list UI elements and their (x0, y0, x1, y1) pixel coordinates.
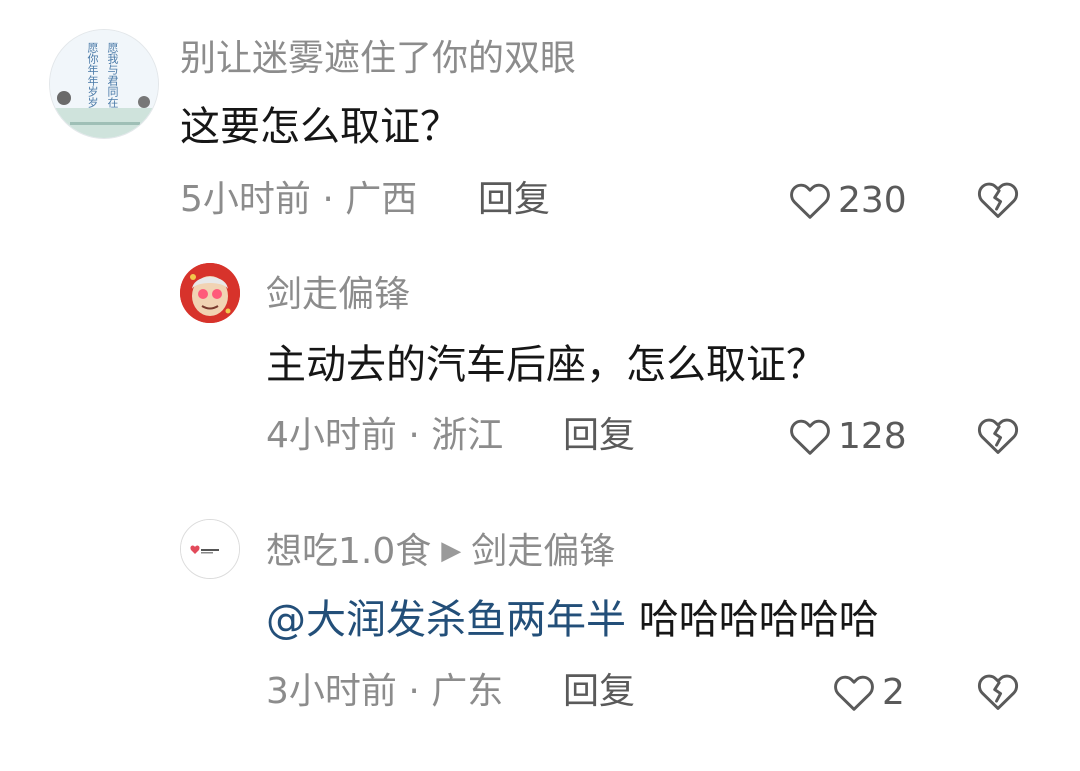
avatar[interactable] (180, 519, 240, 579)
reply-header: 想吃1.0食 ▶ 剑走偏锋 (266, 529, 615, 574)
reply-to-username[interactable]: 剑走偏锋 (471, 531, 615, 572)
dislike-button[interactable] (976, 178, 1020, 222)
broken-heart-icon (977, 418, 1019, 454)
timestamp: 5小时前 (180, 179, 311, 220)
comment-meta: 4小时前 · 浙江 (266, 414, 503, 458)
like-count: 128 (838, 415, 907, 457)
like-button[interactable]: 128 (788, 414, 907, 458)
reply-button[interactable]: 回复 (563, 670, 635, 714)
dislike-button[interactable] (976, 414, 1020, 458)
comment-text-content: 主动去的汽车后座，怎么取证？ (266, 342, 826, 388)
broken-heart-icon (977, 182, 1019, 218)
heart-icon (834, 675, 874, 711)
like-count: 230 (838, 179, 907, 221)
username[interactable]: 想吃1.0食 (266, 531, 431, 572)
avatar[interactable]: 愿你年年岁岁 愿我与君同在 (49, 29, 159, 139)
username-text: 别让迷雾遮住了你的双眼 (180, 38, 577, 79)
dislike-button[interactable] (976, 670, 1020, 714)
reply-button[interactable]: 回复 (563, 414, 635, 458)
like-button[interactable]: 2 (832, 670, 905, 714)
reply-arrow-icon: ▶ (441, 536, 462, 566)
like-button[interactable]: 230 (788, 178, 907, 222)
like-count: 2 (882, 671, 905, 713)
mention-link[interactable]: @大润发杀鱼两年半 (266, 597, 626, 643)
comment-text[interactable]: @大润发杀鱼两年半 哈哈哈哈哈哈 (266, 595, 879, 645)
comment-text-content: 哈哈哈哈哈哈 (626, 597, 879, 643)
timestamp: 4小时前 (266, 415, 397, 456)
broken-heart-icon (977, 674, 1019, 710)
location: 浙江 (431, 415, 504, 456)
comment-text[interactable]: 主动去的汽车后座，怎么取证？ (266, 340, 826, 390)
avatar-text-line: 愿我与君同在 (106, 42, 119, 108)
username[interactable]: 剑走偏锋 (266, 273, 410, 317)
location: 广西 (345, 179, 418, 220)
avatar-text-line: 愿你年年岁岁 (86, 42, 99, 108)
location: 广东 (431, 671, 504, 712)
avatar[interactable] (180, 263, 240, 323)
timestamp: 3小时前 (266, 671, 397, 712)
comment-text-content: 这要怎么取证？ (180, 104, 460, 150)
heart-icon (790, 419, 830, 455)
meta-separator: · (310, 179, 346, 220)
comment-text[interactable]: 这要怎么取证？ (180, 102, 460, 152)
username-text: 剑走偏锋 (266, 274, 411, 315)
comment-meta: 5小时前 · 广西 (180, 178, 417, 222)
avatar-image (50, 30, 158, 138)
avatar-image (180, 263, 240, 323)
heart-icon (790, 183, 830, 219)
comment-meta: 3小时前 · 广东 (266, 670, 503, 714)
avatar-image (181, 520, 239, 578)
username[interactable]: 别让迷雾遮住了你的双眼 (180, 37, 576, 81)
meta-separator: · (396, 671, 432, 712)
meta-separator: · (396, 415, 432, 456)
reply-button[interactable]: 回复 (478, 178, 550, 222)
